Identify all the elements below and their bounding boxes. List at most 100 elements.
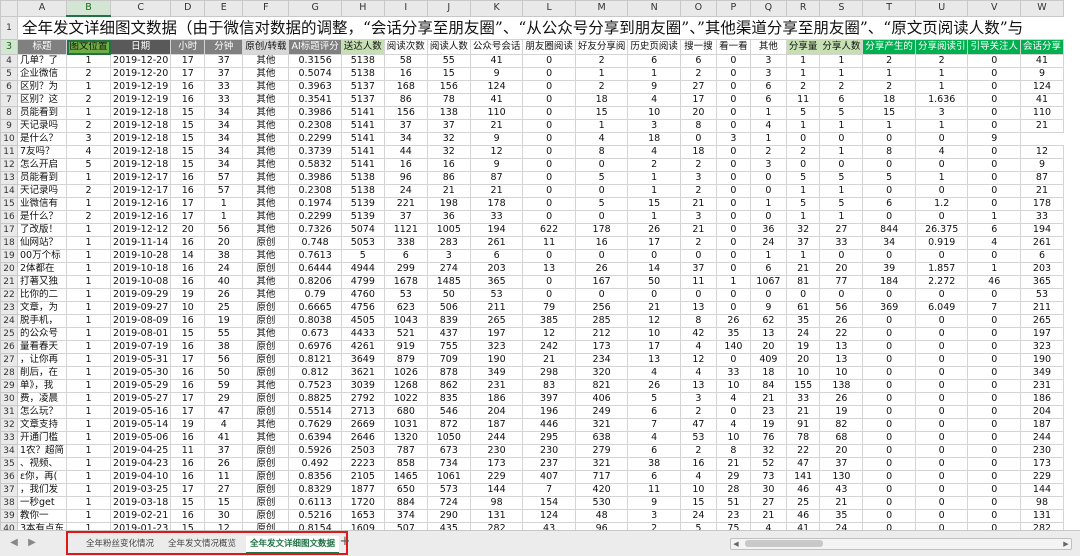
table-cell[interactable]: 46 — [967, 275, 1021, 289]
table-cell[interactable]: 43 — [522, 522, 576, 530]
table-cell[interactable]: 2019-09-27 — [110, 301, 172, 315]
table-cell[interactable]: 1 — [66, 327, 112, 341]
table-cell[interactable]: 20 — [785, 353, 821, 367]
table-cell[interactable]: 2019-05-16 — [110, 405, 172, 419]
table-cell[interactable]: 0 — [862, 509, 916, 523]
table-cell[interactable]: 61 — [785, 301, 821, 315]
table-cell[interactable]: 3 — [749, 54, 787, 68]
column-header-e[interactable]: E — [204, 0, 244, 17]
table-cell[interactable]: 15 — [627, 197, 681, 211]
row-header[interactable]: 25 — [0, 327, 18, 341]
table-cell[interactable]: 1 — [66, 522, 112, 530]
column-header-c[interactable]: C — [110, 0, 172, 17]
row-header[interactable]: 34 — [0, 444, 18, 458]
table-cell[interactable]: 198 — [426, 197, 471, 211]
table-cell[interactable]: 24 — [679, 509, 717, 523]
table-cell[interactable]: 3 — [679, 210, 717, 224]
table-cell[interactable]: 、视频、 — [16, 457, 68, 471]
table-cell[interactable]: 3 — [914, 106, 969, 120]
table-cell[interactable]: 5 — [679, 522, 717, 530]
table-cell[interactable]: 23 — [749, 405, 787, 419]
table-cell[interactable]: 16 — [170, 470, 206, 484]
table-cell[interactable]: 4 — [967, 236, 1021, 250]
table-cell[interactable]: 14 — [627, 262, 681, 276]
table-cell[interactable]: 3 — [749, 158, 787, 172]
row-header[interactable]: 27 — [0, 353, 18, 367]
table-cell[interactable]: 27 — [819, 223, 864, 237]
table-cell[interactable]: 50 — [627, 275, 681, 289]
table-cell[interactable]: 81 — [785, 275, 821, 289]
table-cell[interactable]: 1 — [785, 184, 821, 198]
table-cell[interactable]: 10 — [715, 431, 751, 445]
table-cell[interactable]: 1 — [204, 197, 244, 211]
table-cell[interactable]: 8 — [574, 145, 629, 159]
row-header[interactable]: 11 — [0, 145, 18, 159]
table-cell[interactable]: 原创 — [242, 314, 290, 328]
table-cell[interactable]: 1 — [819, 210, 864, 224]
table-cell[interactable]: 0 — [627, 288, 681, 302]
table-cell[interactable]: 73 — [749, 470, 787, 484]
table-cell[interactable]: 0 — [862, 132, 916, 146]
table-cell[interactable]: 0 — [522, 132, 576, 146]
table-cell[interactable]: 比你的二 — [16, 288, 68, 302]
table-cell[interactable]: 00万个标 — [16, 249, 68, 263]
table-cell[interactable]: 5 — [785, 106, 821, 120]
table-cell[interactable]: 35 — [785, 314, 821, 328]
table-cell[interactable]: 18 — [679, 145, 717, 159]
table-cell[interactable]: 4 — [679, 366, 717, 380]
table-cell[interactable]: 16 — [170, 314, 206, 328]
table-cell[interactable]: 29 — [715, 470, 751, 484]
table-cell[interactable]: 53 — [679, 431, 717, 445]
table-cell[interactable]: 24 — [749, 236, 787, 250]
table-cell[interactable]: 2019-04-23 — [110, 457, 172, 471]
column-title[interactable]: 其他 — [749, 39, 787, 55]
table-cell[interactable]: 1121 — [383, 223, 428, 237]
table-cell[interactable]: 0 — [914, 184, 969, 198]
table-cell[interactable]: 21 — [1019, 119, 1064, 133]
table-cell[interactable]: 9 — [469, 158, 524, 172]
column-header-q[interactable]: Q — [749, 0, 787, 17]
table-cell[interactable]: 0.8206 — [288, 275, 342, 289]
table-cell[interactable]: 1720 — [340, 496, 385, 510]
table-cell[interactable]: 323 — [1019, 340, 1064, 354]
table-cell[interactable]: 6 — [469, 249, 524, 263]
table-cell[interactable]: 26 — [819, 392, 864, 406]
table-cell[interactable]: 16 — [170, 93, 206, 107]
table-cell[interactable]: 0 — [967, 483, 1021, 497]
table-cell[interactable]: 1 — [66, 496, 112, 510]
table-cell[interactable]: 4 — [679, 470, 717, 484]
table-cell[interactable]: 21 — [469, 184, 524, 198]
table-cell[interactable]: 12 — [1019, 145, 1064, 159]
table-cell[interactable]: 10 — [819, 366, 864, 380]
table-cell[interactable]: 298 — [522, 366, 576, 380]
table-cell[interactable]: 1022 — [383, 392, 428, 406]
table-cell[interactable]: 34 — [204, 119, 244, 133]
table-cell[interactable]: 623 — [383, 301, 428, 315]
table-cell[interactable]: 35 — [819, 509, 864, 523]
table-cell[interactable]: 0 — [967, 158, 1021, 172]
table-cell[interactable]: 156 — [426, 80, 471, 94]
table-cell[interactable]: 1031 — [383, 418, 428, 432]
table-cell[interactable]: 0.8038 — [288, 314, 342, 328]
table-cell[interactable]: 0 — [862, 522, 916, 530]
table-cell[interactable]: 0 — [914, 392, 969, 406]
table-cell[interactable]: 6 — [749, 93, 787, 107]
table-cell[interactable]: 19 — [170, 418, 206, 432]
row-header[interactable]: 9 — [0, 119, 18, 133]
table-cell[interactable]: 11 — [679, 275, 717, 289]
table-cell[interactable]: 50 — [204, 366, 244, 380]
table-cell[interactable]: 44 — [383, 145, 428, 159]
table-cell[interactable]: 11 — [785, 93, 821, 107]
column-title[interactable]: 分享阅读引 — [914, 39, 969, 55]
table-cell[interactable]: 39 — [862, 262, 916, 276]
table-cell[interactable]: 9 — [1019, 67, 1064, 81]
table-cell[interactable]: 0 — [715, 223, 751, 237]
table-cell[interactable]: 0 — [522, 119, 576, 133]
table-cell[interactable]: 26 — [204, 288, 244, 302]
horizontal-scrollbar[interactable]: ◀ ▶ — [730, 538, 1072, 550]
table-cell[interactable]: 1 — [914, 80, 969, 94]
table-cell[interactable]: 9 — [627, 80, 681, 94]
column-title[interactable]: 标题 — [16, 39, 68, 55]
table-cell[interactable]: 0.3963 — [288, 80, 342, 94]
table-cell[interactable]: 0 — [914, 249, 969, 263]
